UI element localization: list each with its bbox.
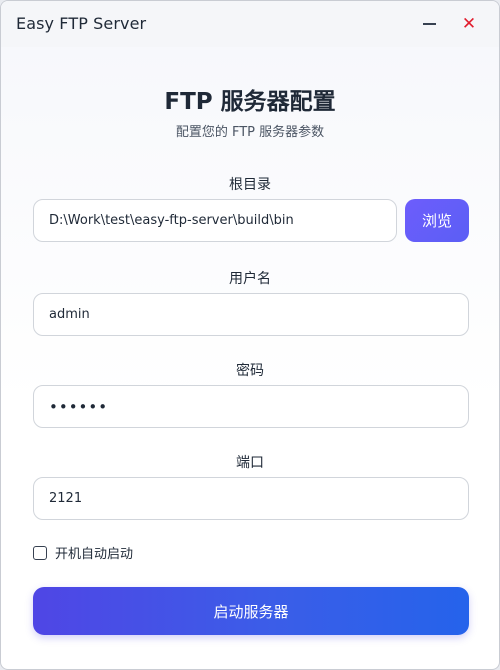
minimize-icon bbox=[422, 23, 436, 25]
port-input[interactable] bbox=[33, 477, 469, 520]
root-dir-label: 根目录 bbox=[229, 177, 271, 193]
root-dir-input[interactable] bbox=[33, 199, 397, 242]
autostart-option[interactable]: 开机自动启动 bbox=[33, 543, 133, 562]
username-input[interactable] bbox=[33, 293, 469, 336]
autostart-checkbox[interactable] bbox=[33, 545, 47, 560]
page-title: FTP 服务器配置 bbox=[164, 89, 336, 115]
app-title: Easy FTP Server bbox=[16, 14, 147, 33]
close-button[interactable]: ✕ bbox=[451, 9, 487, 39]
username-label: 用户名 bbox=[229, 271, 271, 287]
port-label: 端口 bbox=[236, 455, 264, 471]
start-server-button[interactable]: 启动服务器 bbox=[33, 587, 469, 635]
page-subtitle: 配置您的 FTP 服务器参数 bbox=[175, 125, 325, 140]
browse-button[interactable]: 浏览 bbox=[405, 199, 469, 242]
title-bar[interactable]: Easy FTP Server ✕ bbox=[1, 1, 499, 47]
minimize-button[interactable] bbox=[411, 9, 447, 39]
app-window: Easy FTP Server ✕ FTP 服务器配置 配置您的 FTP 服务器… bbox=[0, 0, 500, 670]
autostart-label: 开机自动启动 bbox=[55, 547, 134, 562]
password-input[interactable] bbox=[33, 385, 469, 428]
close-icon: ✕ bbox=[461, 13, 477, 34]
password-label: 密码 bbox=[236, 363, 264, 379]
